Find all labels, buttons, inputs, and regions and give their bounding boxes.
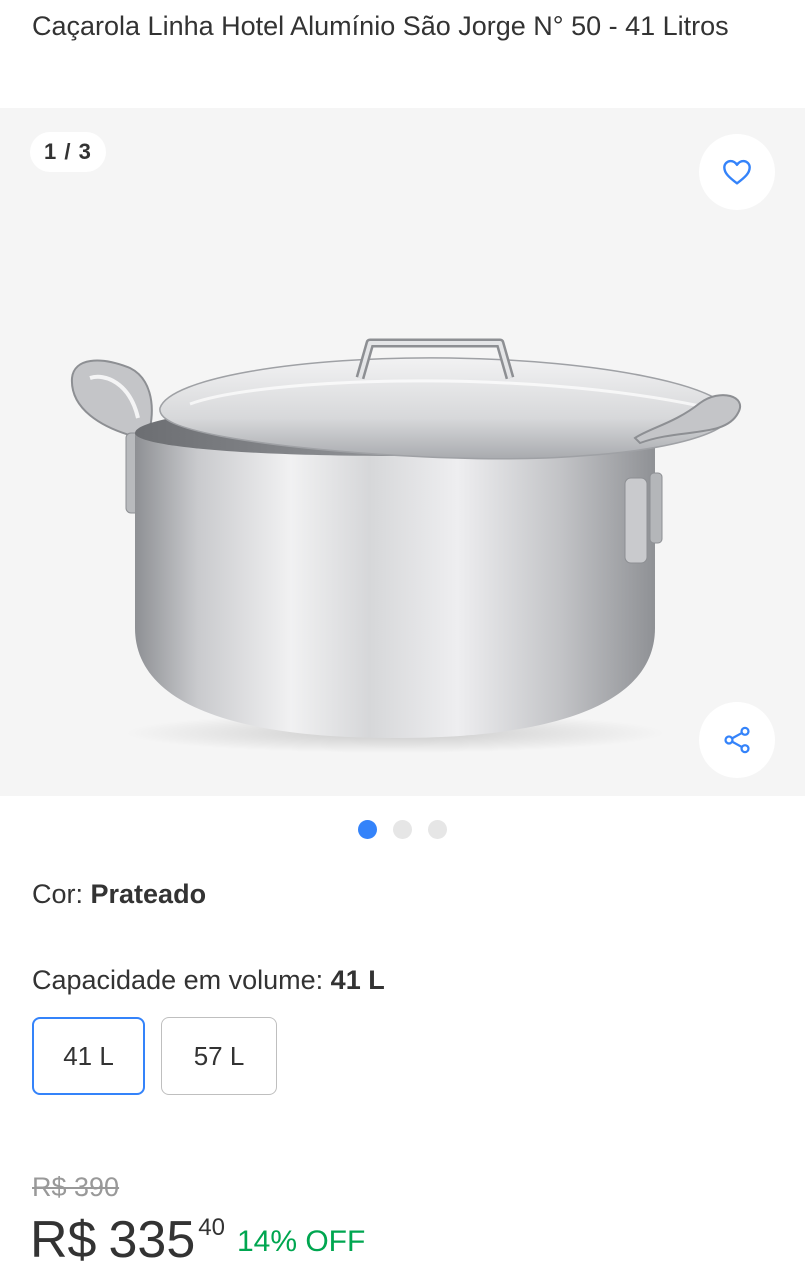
product-image[interactable] — [60, 228, 750, 768]
product-title: Caçarola Linha Hotel Alumínio São Jorge … — [32, 11, 729, 41]
capacity-value: 41 L — [330, 965, 385, 995]
capacity-option-41l[interactable]: 41 L — [32, 1017, 145, 1095]
heart-icon — [723, 159, 751, 185]
image-gallery[interactable]: 1 / 3 — [0, 108, 805, 796]
price-integer: 335 — [108, 1211, 196, 1269]
favorite-button[interactable] — [699, 134, 775, 210]
pagination-dot-1[interactable] — [358, 820, 377, 839]
color-value: Prateado — [90, 879, 207, 909]
color-label: Cor: — [32, 879, 91, 909]
share-icon — [724, 726, 750, 754]
pagination-dot-2[interactable] — [393, 820, 412, 839]
capacity-label: Capacidade em volume: — [32, 965, 331, 995]
price-currency: R$ — [30, 1211, 97, 1269]
current-price: R$ 335 40 14% OFF — [30, 1205, 365, 1275]
original-price: R$ 390 — [32, 1172, 120, 1202]
color-variation: Cor: Prateado — [32, 876, 206, 912]
price-cents: 40 — [198, 1214, 225, 1241]
image-counter: 1 / 3 — [30, 132, 106, 172]
capacity-variation: Capacidade em volume: 41 L — [32, 962, 385, 998]
discount-badge: 14% OFF — [236, 1225, 366, 1258]
share-button[interactable] — [699, 702, 775, 778]
capacity-option-57l[interactable]: 57 L — [161, 1017, 277, 1095]
capacity-options: 41 L 57 L — [32, 1017, 277, 1095]
pagination-dot-3[interactable] — [428, 820, 447, 839]
gallery-pagination — [0, 820, 805, 844]
